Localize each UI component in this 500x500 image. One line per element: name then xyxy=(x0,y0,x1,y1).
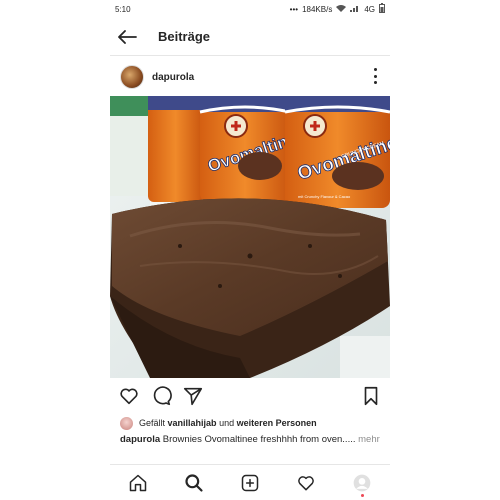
send-icon xyxy=(183,387,203,406)
nav-profile[interactable] xyxy=(350,471,374,497)
notification-dot xyxy=(361,494,364,497)
likes-others-link[interactable]: weiteren Personen xyxy=(237,418,317,428)
liker-username[interactable]: vanillahijab xyxy=(168,418,217,428)
back-button[interactable] xyxy=(116,26,138,48)
brownie-photo: Ovomaltine Ovomaltine CRUNCHY CREAM mit … xyxy=(110,96,390,378)
post-actions xyxy=(110,382,390,410)
liker-avatar[interactable] xyxy=(120,416,133,430)
post-image[interactable]: Ovomaltine Ovomaltine CRUNCHY CREAM mit … xyxy=(110,96,390,378)
likes-middle: und xyxy=(219,418,235,428)
search-icon xyxy=(185,474,203,492)
avatar[interactable] xyxy=(120,65,144,89)
page-title: Beiträge xyxy=(158,29,211,44)
post-username[interactable]: dapurola xyxy=(152,72,194,83)
ovomaltine-jar: Ovomaltine xyxy=(199,96,300,202)
network-speed: 184KB/s xyxy=(302,4,333,14)
post-caption: dapurola Brownies Ovomaltinee freshhhh f… xyxy=(120,433,382,447)
profile-avatar-icon xyxy=(353,474,371,492)
caption-more-link[interactable]: mehr xyxy=(358,434,380,445)
more-dots-icon: ••• xyxy=(289,4,299,14)
caption-username[interactable]: dapurola xyxy=(120,434,160,445)
save-button[interactable] xyxy=(360,385,382,407)
battery-icon xyxy=(379,3,385,15)
status-icons: ••• 184KB/s 4G xyxy=(290,3,385,15)
bookmark-icon xyxy=(364,386,378,406)
comment-icon xyxy=(153,386,172,406)
likes-prefix: Gefällt xyxy=(139,418,166,428)
svg-text:mit Crunchy Flavour & Cacao: mit Crunchy Flavour & Cacao xyxy=(298,194,351,199)
heart-icon xyxy=(298,476,314,491)
status-bar: 5:10 ••• 184KB/s 4G xyxy=(110,0,390,18)
heart-icon xyxy=(120,388,138,405)
likes-line: Gefällt vanillahijab und weiteren Person… xyxy=(120,415,390,431)
comment-button[interactable] xyxy=(150,385,172,407)
status-time: 5:10 xyxy=(115,4,131,14)
ovomaltine-jar xyxy=(148,96,203,202)
nav-new-post[interactable] xyxy=(238,471,262,495)
ovomaltine-jar: Ovomaltine CRUNCHY CREAM mit Crunchy Fla… xyxy=(284,96,390,208)
more-options-icon[interactable] xyxy=(372,68,378,84)
add-post-icon xyxy=(241,474,259,492)
nav-search[interactable] xyxy=(182,471,206,495)
instagram-app: 5:10 ••• 184KB/s 4G Beiträge dapurola Ov… xyxy=(110,0,390,500)
wifi-icon xyxy=(336,4,347,14)
nav-home[interactable] xyxy=(126,471,150,495)
like-button[interactable] xyxy=(118,385,140,407)
network-type: 4G xyxy=(364,4,375,14)
signal-icon xyxy=(350,4,360,14)
home-icon xyxy=(129,474,147,492)
nav-activity[interactable] xyxy=(294,471,318,495)
caption-text: Brownies Ovomaltinee freshhhh from oven.… xyxy=(162,434,356,445)
share-button[interactable] xyxy=(182,385,204,407)
post-header: dapurola xyxy=(110,58,390,96)
bottom-nav xyxy=(110,464,390,500)
top-bar: Beiträge xyxy=(110,18,390,56)
arrow-left-icon xyxy=(118,29,137,44)
